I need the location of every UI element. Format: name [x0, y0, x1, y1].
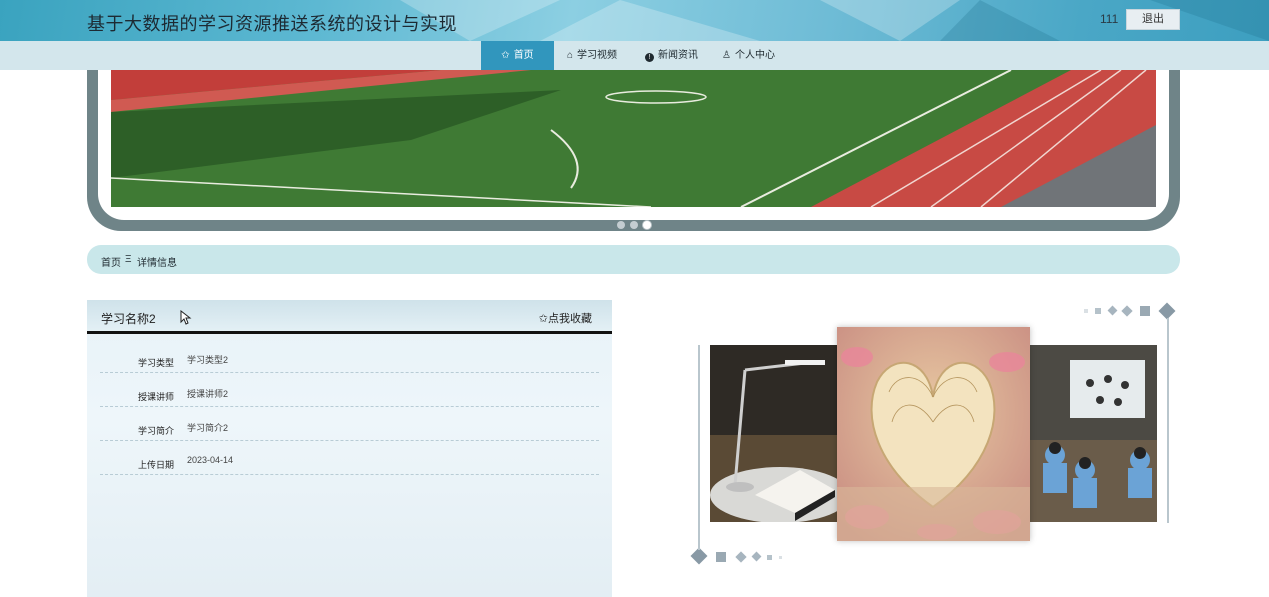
heart-book-photo — [837, 327, 1030, 541]
field-value: 学习简介2 — [187, 423, 229, 433]
field-label: 上传日期 — [137, 460, 174, 470]
logout-button[interactable]: 退出 — [1126, 9, 1180, 30]
decor-diamond — [1158, 302, 1176, 320]
decor-diamond — [751, 551, 762, 562]
nav-item-videos[interactable]: ⌂ 学习视频 — [567, 41, 617, 70]
nav-item-label: 首页 — [513, 50, 534, 61]
breadcrumb-separator: Ξ — [125, 254, 132, 265]
decor-square — [1140, 306, 1150, 316]
nav-item-label: 新闻资讯 — [658, 50, 698, 61]
decor-line — [698, 345, 700, 550]
site-title: 基于大数据的学习资源推送系统的设计与实现 — [87, 14, 457, 35]
classroom-photo — [1030, 345, 1157, 522]
bag-icon: ⌂ — [567, 50, 574, 61]
site-header: 基于大数据的学习资源推送系统的设计与实现 111 退出 — [0, 0, 1269, 41]
field-label: 学习简介 — [137, 426, 174, 436]
detail-row-type: 学习类型 学习类型2 — [100, 339, 599, 373]
star-icon: ✩ — [501, 50, 510, 61]
decor-square — [716, 552, 726, 562]
field-value: 授课讲师2 — [187, 389, 229, 399]
banner-slide — [98, 70, 1169, 220]
carousel-dot[interactable] — [617, 221, 625, 229]
main-nav: ✩ 首页 ⌂ 学习视频 ! 新闻资讯 ♙ 个人中心 — [0, 41, 1269, 70]
breadcrumb: 首页 Ξ 详情信息 — [87, 245, 1180, 274]
banner-carousel — [87, 70, 1180, 231]
current-username: 111 — [1100, 12, 1119, 26]
carousel-image-lamp-book[interactable] — [710, 345, 850, 522]
info-icon: ! — [645, 53, 654, 62]
field-value: 2023-04-14 — [187, 455, 234, 465]
detail-panel: 学习名称2 ✩点我收藏 学习类型 学习类型2 授课讲师 授课讲师2 学习简介 学… — [87, 300, 612, 597]
decor-square — [1084, 309, 1088, 313]
field-label: 授课讲师 — [137, 392, 174, 402]
detail-row-teacher: 授课讲师 授课讲师2 — [100, 373, 599, 407]
carousel-dot[interactable] — [630, 221, 638, 229]
lamp-book-photo — [710, 345, 850, 522]
breadcrumb-home-link[interactable]: 首页 — [101, 254, 121, 269]
nav-item-label: 个人中心 — [734, 50, 775, 61]
decor-square — [767, 555, 772, 560]
mouse-cursor-icon — [180, 310, 192, 325]
favorite-button[interactable]: ✩点我收藏 — [539, 310, 592, 326]
decor-diamond — [1121, 305, 1133, 317]
decor-square — [1095, 308, 1101, 314]
field-label: 学习类型 — [137, 358, 174, 368]
nav-item-label: 学习视频 — [577, 50, 618, 61]
detail-row-intro: 学习简介 学习简介2 — [100, 407, 599, 441]
nav-item-home[interactable]: ✩ 首页 — [481, 41, 554, 70]
decor-diamond — [1107, 305, 1118, 316]
decor-diamond — [690, 547, 708, 565]
banner-image — [111, 70, 1156, 207]
detail-title: 学习名称2 — [101, 312, 156, 326]
detail-header: 学习名称2 ✩点我收藏 — [87, 300, 612, 334]
image-carousel — [690, 300, 1180, 570]
carousel-image-heart-book[interactable] — [837, 327, 1030, 541]
breadcrumb-current: 详情信息 — [137, 258, 177, 269]
decor-square — [779, 556, 782, 559]
user-icon: ♙ — [722, 50, 731, 61]
detail-row-date: 上传日期 2023-04-14 — [100, 441, 599, 475]
field-value: 学习类型2 — [187, 355, 229, 365]
nav-item-news[interactable]: ! 新闻资讯 — [645, 41, 698, 70]
decor-diamond — [735, 551, 747, 563]
nav-item-profile[interactable]: ♙ 个人中心 — [722, 41, 775, 70]
carousel-dot-active[interactable] — [643, 221, 651, 229]
decor-line — [1167, 318, 1169, 523]
carousel-image-classroom[interactable] — [1030, 345, 1157, 522]
